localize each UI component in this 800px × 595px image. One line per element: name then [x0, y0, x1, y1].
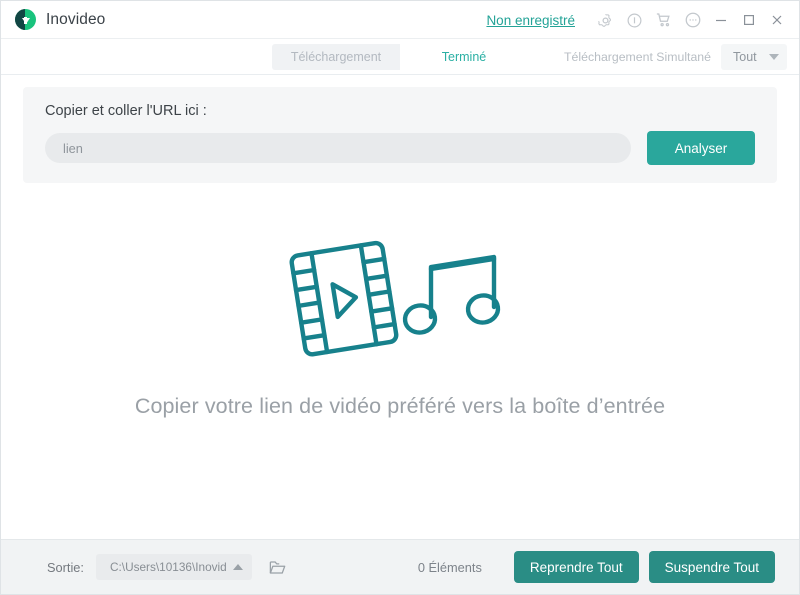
folder-open-icon[interactable]: [260, 552, 294, 582]
minimize-button[interactable]: [707, 5, 735, 35]
app-logo-group: Inovideo: [15, 9, 105, 30]
simultaneous-download-select[interactable]: Tout: [721, 44, 787, 70]
tab-downloading[interactable]: Téléchargement: [272, 43, 400, 70]
url-panel: Copier et coller l'URL ici : Analyser: [23, 87, 777, 183]
film-strip-and-music-note-illustration: [280, 233, 520, 368]
tab-finished[interactable]: Terminé: [400, 43, 528, 70]
title-bar: Inovideo Non enregistré: [1, 1, 799, 39]
tab-bar: Téléchargement Terminé Téléchargement Si…: [1, 39, 799, 75]
app-window: Inovideo Non enregistré Téléchargement T…: [0, 0, 800, 595]
url-input[interactable]: [45, 133, 631, 163]
empty-state-message: Copier votre lien de vidéo préféré vers …: [134, 394, 666, 418]
chat-icon[interactable]: [678, 5, 707, 35]
simultaneous-download-group: Téléchargement Simultané Tout: [564, 39, 787, 75]
tab-group: Téléchargement Terminé: [272, 43, 528, 70]
simultaneous-download-label: Téléchargement Simultané: [564, 50, 711, 64]
output-path-select[interactable]: C:\Users\10136\Inovideo: [96, 554, 252, 580]
maximize-button[interactable]: [735, 5, 763, 35]
gear-icon[interactable]: [591, 5, 620, 35]
pause-all-button[interactable]: Suspendre Tout: [648, 551, 775, 583]
bottom-bar: Sortie: C:\Users\10136\Inovideo 0 Élémen…: [1, 539, 799, 594]
resume-all-button[interactable]: Reprendre Tout: [513, 551, 639, 583]
download-circle-logo-icon: [15, 9, 36, 30]
output-path-value: C:\Users\10136\Inovideo: [110, 560, 226, 574]
simultaneous-download-value: Tout: [733, 50, 757, 64]
item-count-label: 0 Éléments: [417, 559, 482, 575]
chevron-up-icon: [233, 564, 243, 570]
chevron-down-icon: [769, 54, 779, 60]
analyse-button[interactable]: Analyser: [647, 131, 755, 165]
url-input-row: Analyser: [45, 131, 755, 165]
cart-icon[interactable]: [649, 5, 678, 35]
empty-state: Copier votre lien de vidéo préféré vers …: [1, 183, 799, 539]
unregistered-link[interactable]: Non enregistré: [486, 13, 575, 28]
url-panel-label: Copier et coller l'URL ici :: [45, 103, 207, 119]
close-button[interactable]: [763, 5, 791, 35]
title-bar-right: Non enregistré: [486, 1, 791, 39]
info-icon[interactable]: [620, 5, 649, 35]
output-label: Sortie:: [47, 559, 84, 575]
app-title: Inovideo: [46, 10, 106, 28]
